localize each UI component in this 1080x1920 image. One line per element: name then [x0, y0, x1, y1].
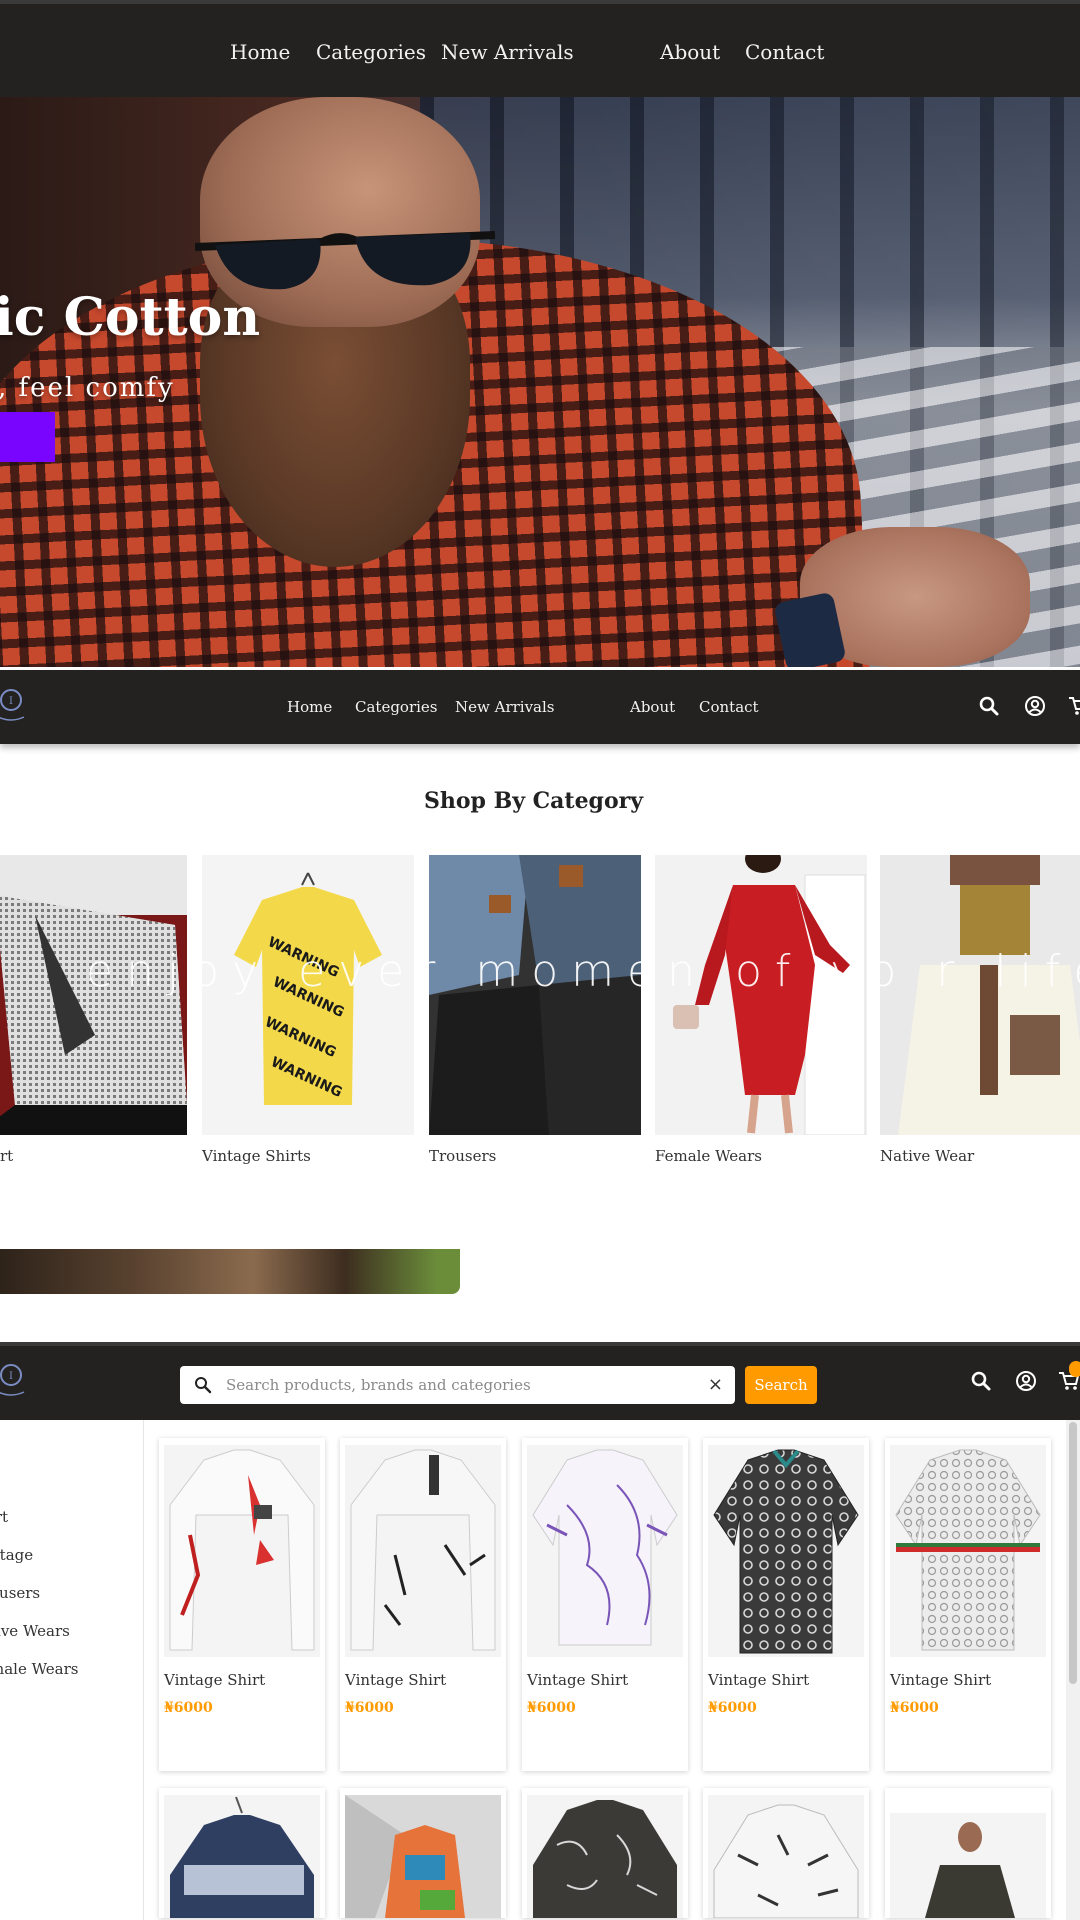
- product-card[interactable]: Vintage Shirt ₦6000: [703, 1438, 869, 1771]
- product-card[interactable]: [340, 1788, 506, 1918]
- cart-icon[interactable]: [1068, 695, 1080, 717]
- promo-banner-strip[interactable]: [0, 1249, 460, 1294]
- category-label-shirt[interactable]: rt: [0, 1147, 13, 1165]
- cart-count-badge: [1069, 1361, 1080, 1377]
- product-image: [527, 1445, 683, 1657]
- svg-text:I: I: [9, 696, 13, 707]
- product-image: [708, 1445, 864, 1657]
- product-price: ₦6000: [890, 1700, 939, 1716]
- svg-text:I: I: [9, 1371, 13, 1382]
- category-label-vintage-shirts[interactable]: Vintage Shirts: [202, 1147, 311, 1165]
- product-card[interactable]: [159, 1788, 325, 1918]
- search-icon[interactable]: [970, 1370, 992, 1392]
- nav-contact-link[interactable]: Contact: [699, 698, 759, 716]
- brand-logo[interactable]: I: [0, 687, 28, 727]
- sticky-navbar: I Home Categories New Arrivals About Con…: [0, 670, 1080, 744]
- nav-categories-link[interactable]: Categories: [316, 40, 426, 64]
- top-navbar: Home Categories New Arrivals About Conta…: [0, 0, 1080, 97]
- search-input[interactable]: Search products, brands and categories ×: [180, 1366, 735, 1404]
- brand-logo[interactable]: I: [0, 1362, 28, 1402]
- product-image: [345, 1795, 501, 1918]
- category-overlay-tagline: enjoy ever momen of yo r life: [86, 946, 1080, 997]
- nav-new-arrivals-link[interactable]: New Arrivals: [455, 698, 555, 716]
- category-label-native-wear[interactable]: Native Wear: [880, 1147, 974, 1165]
- product-name: Vintage Shirt: [345, 1671, 447, 1689]
- product-card[interactable]: [703, 1788, 869, 1918]
- nav-home-link[interactable]: Home: [230, 40, 290, 64]
- sidebar-item-shirt[interactable]: irt: [0, 1508, 8, 1526]
- product-name: Vintage Shirt: [527, 1671, 629, 1689]
- product-card[interactable]: Vintage Shirt ₦6000: [522, 1438, 688, 1771]
- sidebar-item-vintage[interactable]: ntage: [0, 1546, 33, 1564]
- nav-home-link[interactable]: Home: [287, 698, 332, 716]
- category-section-title: Shop By Category: [424, 788, 643, 814]
- product-price: ₦6000: [345, 1700, 394, 1716]
- hero-subtitle: , feel comfy: [0, 373, 175, 403]
- product-image: [890, 1795, 1046, 1918]
- hero-banner: ic Cotton , feel comfy: [0, 97, 1080, 667]
- sidebar-item-trousers[interactable]: ousers: [0, 1584, 40, 1602]
- nav-new-arrivals-link[interactable]: New Arrivals: [441, 40, 574, 64]
- clear-search-icon[interactable]: ×: [708, 1374, 723, 1395]
- product-price: ₦6000: [708, 1700, 757, 1716]
- nav-contact-link[interactable]: Contact: [745, 40, 824, 64]
- sidebar-item-female-wears[interactable]: male Wears: [0, 1660, 79, 1678]
- sidebar-item-native-wears[interactable]: tive Wears: [0, 1622, 70, 1640]
- nav-about-link[interactable]: About: [660, 40, 720, 64]
- user-icon[interactable]: [1024, 695, 1046, 717]
- nav-about-link[interactable]: About: [630, 698, 675, 716]
- product-card[interactable]: [522, 1788, 688, 1918]
- product-card[interactable]: Vintage Shirt ₦6000: [340, 1438, 506, 1771]
- page-scrollbar[interactable]: [1066, 1420, 1080, 1920]
- product-image: [164, 1445, 320, 1657]
- category-label-trousers[interactable]: Trousers: [429, 1147, 496, 1165]
- category-sidebar: irt ntage ousers tive Wears male Wears: [0, 1420, 144, 1920]
- product-price: ₦6000: [164, 1700, 213, 1716]
- product-image: [890, 1445, 1046, 1657]
- search-placeholder: Search products, brands and categories: [226, 1376, 531, 1394]
- product-card[interactable]: Vintage Shirt ₦6000: [159, 1438, 325, 1771]
- product-card[interactable]: [885, 1788, 1051, 1918]
- search-header: I Search products, brands and categories…: [0, 1342, 1080, 1420]
- category-label-female-wears[interactable]: Female Wears: [655, 1147, 762, 1165]
- product-price: ₦6000: [527, 1700, 576, 1716]
- product-image: [708, 1795, 864, 1918]
- product-image: [345, 1445, 501, 1657]
- hero-title: ic Cotton: [0, 287, 261, 348]
- product-card[interactable]: Vintage Shirt ₦6000: [885, 1438, 1051, 1771]
- search-button[interactable]: Search: [745, 1366, 817, 1404]
- search-icon: [195, 1377, 212, 1394]
- product-image: [164, 1795, 320, 1918]
- product-name: Vintage Shirt: [708, 1671, 810, 1689]
- product-name: Vintage Shirt: [890, 1671, 992, 1689]
- user-icon[interactable]: [1015, 1370, 1037, 1392]
- product-image: [527, 1795, 683, 1918]
- search-icon[interactable]: [978, 695, 1000, 717]
- product-name: Vintage Shirt: [164, 1671, 266, 1689]
- nav-categories-link[interactable]: Categories: [355, 698, 438, 716]
- hero-cta-button[interactable]: [0, 412, 55, 462]
- scrollbar-thumb[interactable]: [1069, 1422, 1077, 1684]
